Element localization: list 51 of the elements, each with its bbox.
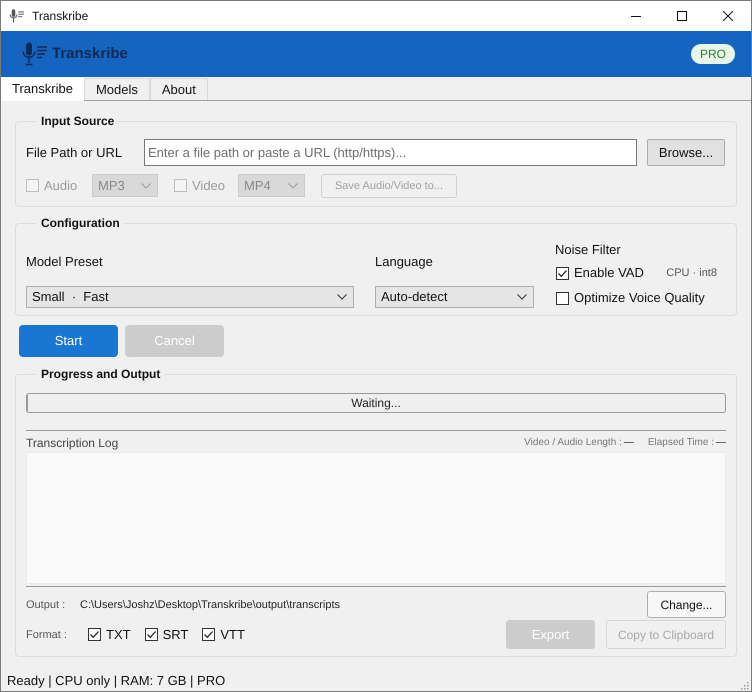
browse-button[interactable]: Browse... (647, 139, 725, 166)
checkbox-label: Enable VAD (574, 265, 644, 281)
status-text: Ready | CPU only | RAM: 7 GB | PRO (7, 673, 226, 689)
checkbox-label: VTT (220, 626, 245, 642)
checkbox-label: Optimize Voice Quality (574, 290, 705, 306)
progress-status-text: Waiting... (351, 395, 401, 411)
chevron-down-icon (517, 294, 527, 300)
checkbox[interactable] (556, 266, 569, 280)
field-label: Model Preset (26, 254, 103, 270)
app-title: Transkribe (52, 44, 128, 64)
group-title: Progress and Output (40, 366, 162, 382)
chevron-down-icon (337, 294, 347, 300)
chevron-down-icon (141, 182, 151, 188)
checkbox-label: Audio (44, 178, 78, 194)
maximize-icon (677, 11, 687, 21)
output-path: C:\Users\Joshz\Desktop\Transkribe\output\transcripts (80, 598, 340, 612)
microphone-icon (22, 42, 48, 66)
format-label: Format : (26, 628, 68, 642)
group-title: Input Source (40, 113, 116, 129)
start-button[interactable]: Start (19, 325, 118, 357)
resize-grip-icon (740, 680, 749, 690)
log-title: Transcription Log (26, 435, 118, 451)
change-button[interactable]: Change... (647, 591, 726, 618)
pro-badge: PRO (690, 44, 735, 64)
checkbox-label: TXT (106, 626, 131, 642)
stat-value: — (716, 437, 726, 449)
window-title: Transkribe (32, 8, 88, 24)
section-label: Noise Filter (555, 242, 621, 258)
close-icon (723, 11, 733, 21)
file-path-field[interactable]: Enter a file path or paste a URL (http/https)... (144, 139, 637, 166)
field-label: File Path or URL (26, 144, 124, 160)
stat-label: Video / Audio Length : (524, 437, 622, 449)
tab[interactable]: About (150, 78, 208, 100)
checkbox-label: SRT (162, 626, 188, 642)
field-label: Language (375, 254, 433, 270)
output-label: Output : (26, 598, 66, 612)
checkbox[interactable] (202, 628, 216, 641)
device-info-text: CPU · int8 (666, 266, 717, 280)
microphone-icon (9, 9, 25, 23)
checkbox[interactable] (556, 292, 569, 304)
stat-label: Elapsed Time : (648, 437, 714, 449)
tab[interactable]: Transkribe (1, 77, 84, 101)
chevron-down-icon (288, 182, 298, 188)
checkbox-label: Video (192, 178, 226, 194)
checkbox[interactable] (144, 628, 158, 641)
dropdown[interactable]: Small · Fast (26, 286, 354, 308)
dropdown[interactable]: Auto-detect (375, 286, 534, 308)
checkbox[interactable] (88, 628, 101, 641)
group-title: Configuration (40, 215, 121, 231)
tab[interactable]: Models (84, 78, 150, 100)
stat-value: — (624, 437, 634, 449)
